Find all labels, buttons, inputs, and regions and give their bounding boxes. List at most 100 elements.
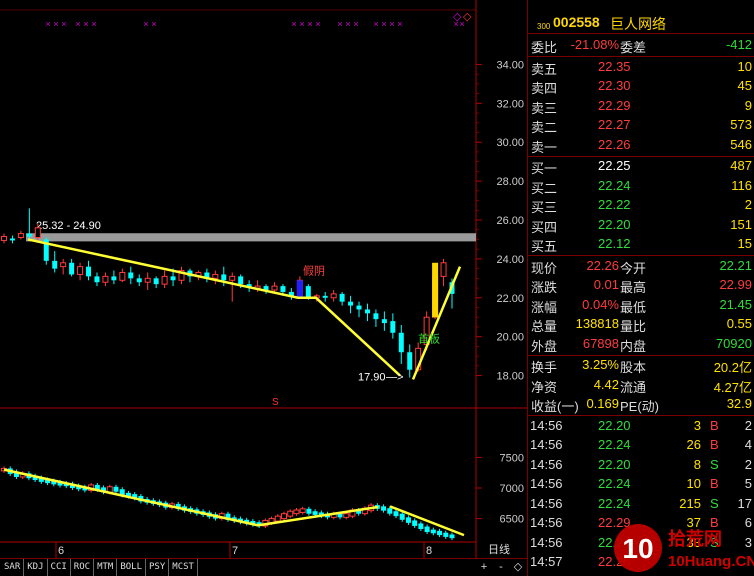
weicha-label: 委差 <box>620 40 647 55</box>
weibi-row[interactable]: 委比 -21.08% 委差 -412 <box>528 36 754 56</box>
price-tick-label: 32.00 <box>496 98 524 110</box>
ask-price: 22.27 <box>598 117 631 132</box>
fund-row[interactable]: 净资 4.42 流通 4.27亿 <box>528 376 754 396</box>
candle-body <box>94 276 100 283</box>
bid-volume: 116 <box>731 177 752 193</box>
quote-value: 70920 <box>715 335 752 351</box>
volume-tick-label: 7500 <box>500 452 524 464</box>
ask-volume: 546 <box>730 136 752 152</box>
signal-marker: × <box>381 19 386 29</box>
quote-row[interactable]: 总量 138818 量比 0.55 <box>528 315 754 335</box>
indicator-tab-sar[interactable]: SAR <box>0 559 25 576</box>
vol-bar <box>443 532 449 537</box>
trend-line-down <box>27 238 401 377</box>
candle-body <box>86 266 92 277</box>
bid-row[interactable]: 买四 22.20 151 <box>528 216 754 236</box>
quote-value: 0.04% <box>582 296 619 312</box>
weicha-value: -412 <box>725 37 752 52</box>
candle-body <box>9 238 15 241</box>
quote-value: 22.21 <box>719 257 752 273</box>
tick-price: 22.24 <box>598 437 631 452</box>
vol-bar <box>437 530 443 536</box>
x-tick-label: 7 <box>232 545 238 557</box>
candle-body <box>170 276 176 281</box>
candle-body <box>34 227 41 238</box>
price-tick-label: 18.00 <box>496 371 524 383</box>
signal-marker: × <box>337 19 342 29</box>
quote-row[interactable]: 涨跌 0.01 最高 22.99 <box>528 276 754 296</box>
ask-row[interactable]: 卖二 22.27 573 <box>528 116 754 136</box>
ask-volume: 10 <box>737 58 752 74</box>
fund-value: 4.42 <box>593 376 619 392</box>
ask-price: 22.35 <box>598 58 631 74</box>
fund-value: 32.9 <box>726 396 752 411</box>
bid-row[interactable]: 买二 22.24 116 <box>528 177 754 197</box>
fund-row[interactable]: 收益(一) 0.169 PE(动) 32.9 <box>528 395 754 415</box>
bid-price: 22.12 <box>598 236 631 251</box>
volume-tick-label: 6500 <box>500 514 524 526</box>
quote-value: 138818 <box>575 316 619 331</box>
vol-bar <box>299 508 306 513</box>
bid-price: 22.24 <box>598 177 631 193</box>
stock-header: 300 002558 巨人网络 <box>528 12 754 34</box>
indicator-tab-roc[interactable]: ROC <box>71 559 95 576</box>
ask-row[interactable]: 卖五 22.35 10 <box>528 58 754 78</box>
candle-body <box>60 262 67 268</box>
signal-marker: × <box>345 19 350 29</box>
bid-row[interactable]: 买三 22.22 2 <box>528 196 754 216</box>
indicator-tab-psy[interactable]: PSY <box>146 559 170 576</box>
fund-value: 4.27亿 <box>713 379 752 395</box>
price-tick-label: 34.00 <box>496 59 524 71</box>
weibi-label: 委比 <box>531 40 558 55</box>
fund-row[interactable]: 换手 3.25% 股本 20.2亿 <box>528 356 754 376</box>
quote-row[interactable]: 外盘 67898 内盘 70920 <box>528 335 754 355</box>
bid-row[interactable]: 买五 22.12 15 <box>528 235 754 255</box>
bid-label: 买二 <box>531 180 558 196</box>
tick-price: 22.20 <box>598 417 631 433</box>
indicator-tab-cci[interactable]: CCI <box>48 559 71 576</box>
ask-row[interactable]: 卖一 22.26 546 <box>528 136 754 156</box>
tick-volume: 26 <box>686 437 701 452</box>
quote-row[interactable]: 涨幅 0.04% 最低 21.45 <box>528 296 754 316</box>
signal-marker: × <box>373 19 378 29</box>
vol-bar <box>412 520 418 526</box>
price-tick-label: 22.00 <box>496 293 524 305</box>
candle-body <box>144 277 151 283</box>
ask-price: 22.29 <box>598 97 631 113</box>
tick-side: B <box>710 476 719 491</box>
diamond-icon[interactable]: ◇ <box>511 559 525 575</box>
indicator-tab-mtm[interactable]: MTM <box>94 559 118 576</box>
fund-label: 股本 <box>620 360 647 375</box>
ask-row[interactable]: 卖三 22.29 9 <box>528 97 754 117</box>
tick-time: 14:56 <box>530 515 563 530</box>
zoom-out-button[interactable]: - <box>494 559 508 575</box>
indicator-tab-boll[interactable]: BOLL <box>117 559 147 576</box>
vol-bar <box>306 508 312 514</box>
signal-marker: × <box>45 19 50 29</box>
tick-row[interactable]: 14:56 22.24 10 B 5 <box>528 475 754 495</box>
signal-marker: × <box>91 19 96 29</box>
indicator-tab-kdj[interactable]: KDJ <box>24 559 48 576</box>
price-tick-label: 28.00 <box>496 176 524 188</box>
quote-row[interactable]: 现价 22.26 今开 22.21 <box>528 257 754 277</box>
candle-body <box>1 236 7 241</box>
ask-price: 22.30 <box>598 78 631 93</box>
tick-side: B <box>710 437 719 452</box>
tick-row[interactable]: 14:56 22.20 3 B 2 <box>528 417 754 437</box>
kline-chart[interactable]: 34.00 32.00 30.00 28.00 26.00 24.00 22.00 20.00… <box>0 0 527 576</box>
bid-row[interactable]: 买一 22.25 487 <box>528 157 754 177</box>
ask-volume: 45 <box>737 78 752 93</box>
tick-time: 14:56 <box>530 495 563 511</box>
bid-label: 买三 <box>531 200 558 215</box>
watermark-logo: 10 拾荒网 10Huang.CN <box>614 524 754 572</box>
vol-bar <box>293 509 300 515</box>
tick-row[interactable]: 14:56 22.20 8 S 2 <box>528 456 754 476</box>
zoom-in-button[interactable]: + <box>477 559 491 575</box>
indicator-tab-mcst[interactable]: MCST <box>169 559 198 576</box>
ask-row[interactable]: 卖四 22.30 45 <box>528 77 754 97</box>
tick-count: 17 <box>737 495 752 511</box>
candle-body <box>440 262 447 277</box>
cross-label: 假阴 <box>303 263 325 277</box>
tick-row[interactable]: 14:56 22.24 26 B 4 <box>528 436 754 456</box>
tick-row[interactable]: 14:56 22.24 215 S 17 <box>528 495 754 515</box>
